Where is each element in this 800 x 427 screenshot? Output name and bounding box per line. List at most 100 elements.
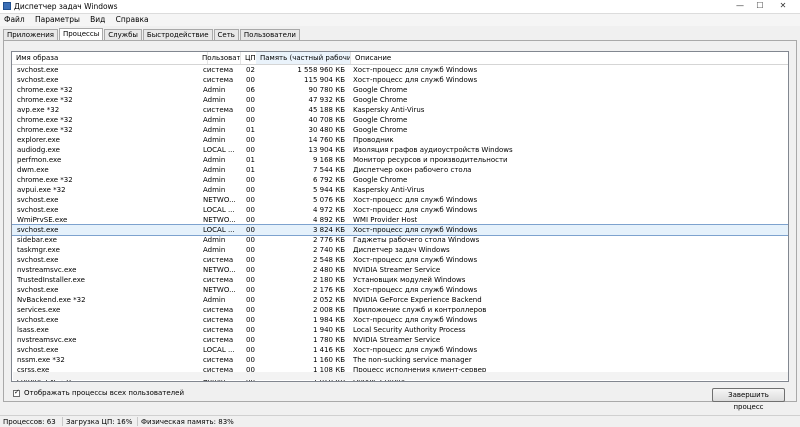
process-name: svchost.exe [17, 66, 59, 74]
table-row[interactable]: sidebar.exe Admin 00 2 776 КБ Гаджеты рабоче… [12, 235, 788, 245]
table-row[interactable]: svchost.exe LOCAL ... 00 4 972 КБ Хост-проце… [12, 205, 788, 215]
table-row[interactable]: nvstreamsvc.exe система 00 1 780 КБ NVIDIA S… [12, 335, 788, 345]
menu-help[interactable]: Справка [112, 14, 153, 26]
process-memory: 14 760 КБ [308, 136, 346, 144]
process-user: Admin [203, 176, 226, 184]
table-row[interactable]: dwm.exe Admin 01 7 544 КБ Диспетчер окон раб… [12, 165, 788, 175]
process-cpu: 00 [246, 176, 255, 184]
column-user[interactable]: Пользоватe... [198, 52, 241, 64]
process-user: система [203, 106, 234, 114]
process-description: Google Chrome [353, 96, 408, 104]
process-name: TrustedInstaller.exe [17, 276, 85, 284]
process-description: Хост-процесс для служб Windows [353, 196, 478, 204]
tab-networking[interactable]: Сеть [213, 29, 239, 40]
tab-performance[interactable]: Быстродействие [142, 29, 213, 40]
table-row[interactable]: chrome.exe *32 Admin 06 90 780 КБ Google Chr… [12, 85, 788, 95]
process-name: lsass.exe [17, 326, 49, 334]
process-description: The non-sucking service manager [353, 356, 472, 364]
menu-view[interactable]: Вид [86, 14, 109, 26]
process-memory: 4 972 КБ [312, 206, 345, 214]
table-row[interactable]: svchost.exe NETWO... 00 2 176 КБ Хост-процес… [12, 285, 788, 295]
table-row[interactable]: chrome.exe *32 Admin 00 47 932 КБ Google Chr… [12, 95, 788, 105]
process-user: Admin [203, 296, 226, 304]
process-memory: 2 480 КБ [312, 266, 345, 274]
process-user: LOCAL ... [203, 226, 235, 234]
process-name: svchost.exe [17, 226, 59, 234]
process-memory: 115 904 КБ [304, 76, 345, 84]
horizontal-scrollbar[interactable] [13, 372, 788, 380]
menu-options[interactable]: Параметры [31, 14, 84, 26]
table-row[interactable]: WmiPrvSE.exe NETWO... 00 4 892 КБ WMI Provid… [12, 215, 788, 225]
end-process-button[interactable]: Завершить процесс [712, 388, 785, 411]
process-description: NVIDIA Streamer Service [353, 266, 441, 274]
process-description: Установщик модулей Windows [353, 276, 466, 284]
process-description: Хост-процесс для служб Windows [353, 206, 478, 214]
process-memory: 3 824 КБ [312, 226, 345, 234]
process-cpu: 02 [246, 66, 255, 74]
tab-services[interactable]: Службы [104, 29, 142, 40]
title-bar[interactable]: Диспетчер задач Windows — ☐ ✕ [0, 0, 800, 14]
table-row[interactable]: lsass.exe система 00 1 940 КБ Local Security… [12, 325, 788, 335]
process-cpu: 00 [246, 306, 255, 314]
table-row[interactable]: chrome.exe *32 Admin 01 30 480 КБ Google Chr… [12, 125, 788, 135]
table-row[interactable]: NvBackend.exe *32 Admin 00 2 052 КБ NVIDIA G… [12, 295, 788, 305]
process-name: explorer.exe [17, 136, 60, 144]
minimize-button[interactable]: — [730, 0, 750, 12]
process-memory: 1 984 КБ [312, 316, 345, 324]
process-memory: 47 932 КБ [308, 96, 346, 104]
show-all-users-checkbox[interactable] [13, 388, 20, 397]
table-row[interactable]: chrome.exe *32 Admin 00 6 792 КБ Google Chro… [12, 175, 788, 185]
process-rows: svchost.exe система 02 1 558 960 КБ Хост-про… [12, 65, 788, 381]
show-all-users-label: Отображать процессы всех пользователей [24, 389, 185, 397]
close-button[interactable]: ✕ [770, 0, 796, 12]
column-description[interactable]: Описание [351, 52, 788, 64]
table-row[interactable]: TrustedInstaller.exe система 00 2 180 КБ Уст… [12, 275, 788, 285]
process-user: LOCAL ... [203, 146, 235, 154]
show-all-users-option[interactable]: Отображать процессы всех пользователей [13, 388, 184, 398]
process-name: chrome.exe *32 [17, 86, 73, 94]
table-row[interactable]: perfmon.exe Admin 01 9 168 КБ Монитор ресурс… [12, 155, 788, 165]
process-cpu: 00 [246, 206, 255, 214]
tab-users[interactable]: Пользователи [239, 29, 300, 40]
table-row[interactable]: svchost.exe система 00 2 548 КБ Хост-процесс… [12, 255, 788, 265]
table-row[interactable]: services.exe система 00 2 008 КБ Приложение … [12, 305, 788, 315]
table-row[interactable]: taskmgr.exe Admin 00 2 740 КБ Диспетчер зада… [12, 245, 788, 255]
status-bar: Процессов: 63 Загрузка ЦП: 16% Физическа… [0, 415, 800, 427]
table-row[interactable]: svchost.exe система 00 115 904 КБ Хост-проце… [12, 75, 788, 85]
process-user: NETWO... [203, 286, 236, 294]
process-name: svchost.exe [17, 196, 59, 204]
maximize-button[interactable]: ☐ [750, 0, 770, 12]
table-row[interactable]: svchost.exe система 02 1 558 960 КБ Хост-про… [12, 65, 788, 75]
process-memory: 40 708 КБ [308, 116, 346, 124]
table-row[interactable]: svchost.exe NETWO... 00 5 076 КБ Хост-процес… [12, 195, 788, 205]
table-row[interactable]: svchost.exe LOCAL ... 00 1 416 КБ Хост-проце… [12, 345, 788, 355]
table-row[interactable]: nvstreamsvc.exe NETWO... 00 2 480 КБ NVIDIA … [12, 265, 788, 275]
process-cpu: 00 [246, 316, 255, 324]
process-list[interactable]: Имя образа Пользоватe... ЦП Память (част… [11, 51, 789, 382]
process-user: Admin [203, 156, 226, 164]
process-memory: 1 780 КБ [312, 336, 345, 344]
table-row[interactable]: chrome.exe *32 Admin 00 40 708 КБ Google Chr… [12, 115, 788, 125]
menu-file[interactable]: Файл [0, 14, 29, 26]
table-row[interactable]: avp.exe *32 система 00 45 188 КБ Kaspersky A… [12, 105, 788, 115]
column-memory[interactable]: Память (частный рабочий... [256, 52, 351, 64]
table-row[interactable]: nssm.exe *32 система 00 1 160 КБ The non-suc… [12, 355, 788, 365]
table-row[interactable]: audiodg.exe LOCAL ... 00 13 904 КБ Изоляция … [12, 145, 788, 155]
process-cpu: 00 [246, 96, 255, 104]
process-memory: 1 160 КБ [312, 356, 345, 364]
process-user: система [203, 276, 234, 284]
table-row[interactable]: svchost.exe система 00 1 984 КБ Хост-процесс… [12, 315, 788, 325]
tab-applications[interactable]: Приложения [3, 29, 58, 40]
process-name: nvstreamsvc.exe [17, 266, 77, 274]
tab-strip: Приложения Процессы Службы Быстродействи… [3, 28, 301, 40]
table-row[interactable]: svchost.exe LOCAL ... 00 3 824 КБ Хост-проце… [12, 224, 788, 236]
process-user: Admin [203, 166, 226, 174]
process-user: Admin [203, 186, 226, 194]
process-description: Проводник [353, 136, 394, 144]
tab-processes[interactable]: Процессы [58, 28, 104, 40]
process-cpu: 00 [246, 136, 255, 144]
table-row[interactable]: avpui.exe *32 Admin 00 5 944 КБ Kaspersky An… [12, 185, 788, 195]
column-image-name[interactable]: Имя образа [12, 52, 208, 64]
table-row[interactable]: explorer.exe Admin 00 14 760 КБ Проводник [12, 135, 788, 145]
process-cpu: 00 [246, 106, 255, 114]
